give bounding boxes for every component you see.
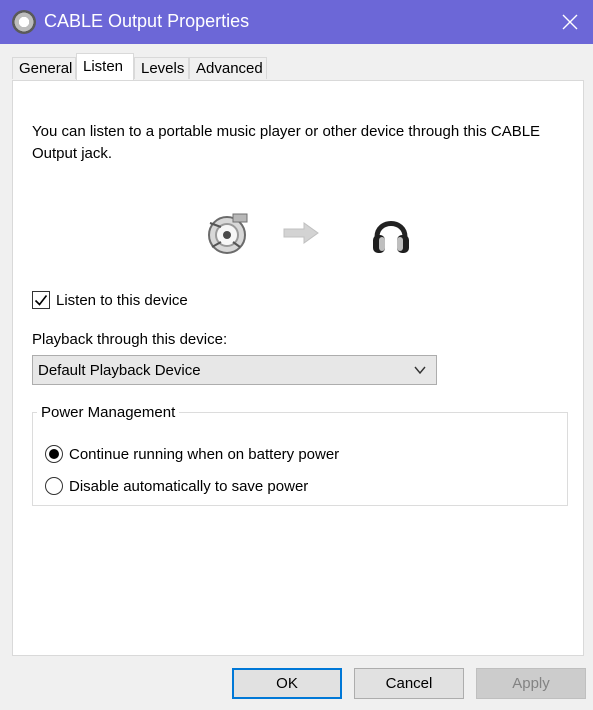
window-title: CABLE Output Properties — [44, 11, 250, 31]
radio-continue-running[interactable]: Continue running when on battery power — [45, 443, 339, 465]
audio-jack-icon — [208, 213, 248, 254]
playback-device-dropdown[interactable]: Default Playback Device — [32, 355, 437, 385]
radio-continue-label: Continue running when on battery power — [69, 445, 340, 463]
tab-listen[interactable]: Listen — [76, 53, 134, 80]
title-bar: CABLE Output Properties — [0, 0, 593, 44]
headphones-icon — [373, 221, 409, 253]
arrow-right-icon — [283, 222, 319, 244]
close-button[interactable] — [547, 0, 593, 44]
playback-selected-value: Default Playback Device — [38, 361, 201, 379]
listen-checkbox[interactable] — [32, 291, 50, 309]
playback-label: Playback through this device: — [32, 331, 228, 348]
close-icon — [562, 14, 578, 30]
listen-panel: You can listen to a portable music playe… — [12, 80, 584, 656]
tab-general[interactable]: General — [12, 57, 76, 79]
listen-checkbox-label: Listen to this device — [56, 291, 188, 309]
listen-checkbox-row[interactable]: Listen to this device — [32, 289, 188, 311]
radio-button-selected[interactable] — [45, 445, 63, 463]
speaker-icon — [12, 10, 36, 34]
power-management-group: Power Management Continue running when o… — [32, 404, 568, 506]
description-text: You can listen to a portable music playe… — [32, 123, 541, 162]
power-management-legend: Power Management — [37, 404, 180, 421]
cancel-button[interactable]: Cancel — [354, 668, 464, 699]
radio-button-unselected[interactable] — [45, 477, 63, 495]
radio-disable-auto[interactable]: Disable automatically to save power — [45, 475, 308, 497]
device-illustration — [13, 209, 585, 259]
ok-button[interactable]: OK — [232, 668, 342, 699]
chevron-down-icon — [414, 366, 426, 375]
apply-button[interactable]: Apply — [476, 668, 586, 699]
radio-disable-label: Disable automatically to save power — [69, 477, 309, 495]
tab-advanced[interactable]: Advanced — [189, 57, 267, 79]
checkmark-icon — [34, 295, 48, 306]
tab-levels[interactable]: Levels — [134, 57, 189, 79]
